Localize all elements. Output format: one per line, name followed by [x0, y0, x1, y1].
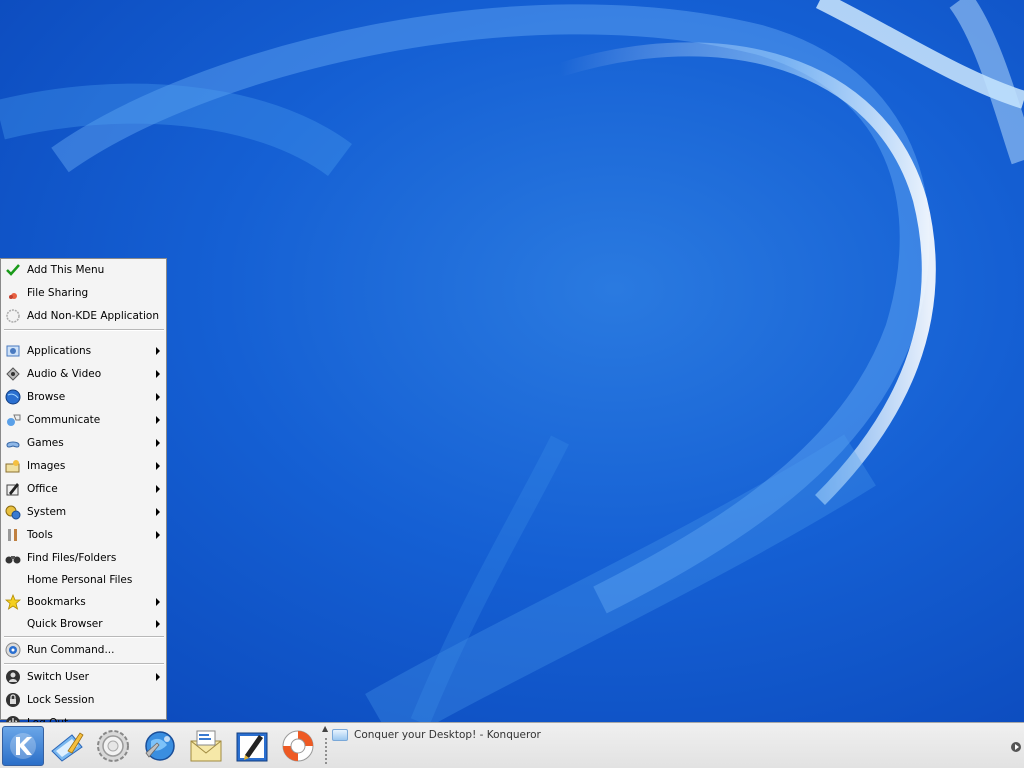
- menu-item-label: System: [27, 506, 67, 518]
- menu-item-run-command[interactable]: Run Command...: [2, 639, 166, 661]
- submenu-arrow-icon: [156, 531, 160, 539]
- menu-item-home-personal-files[interactable]: Home Personal Files: [2, 569, 166, 591]
- menu-item-label: Add Non-KDE Application: [27, 310, 159, 322]
- taskbar-task-konqueror[interactable]: Conquer your Desktop! - Konqueror: [332, 726, 1008, 744]
- menu-item-find-files-folders[interactable]: Find Files/Folders: [2, 547, 166, 569]
- menu-item-label: Games: [27, 437, 64, 449]
- kate-editor-button[interactable]: [46, 726, 88, 766]
- menu-item-games[interactable]: Games: [2, 432, 166, 454]
- star-icon: [5, 594, 21, 610]
- menu-item-label: Quick Browser: [27, 618, 103, 630]
- konqueror-browser-button[interactable]: [139, 726, 181, 766]
- menu-separator: [4, 636, 164, 638]
- menu-separator: [4, 663, 164, 665]
- task-title: Conquer your Desktop! - Konqueror: [354, 729, 541, 741]
- menu-item-label: Office: [27, 483, 58, 495]
- run-command-icon: [5, 642, 21, 658]
- konqueror-globe-icon: [145, 731, 175, 761]
- menu-item-add-non-kde-application[interactable]: Add Non-KDE Application: [2, 305, 166, 327]
- kword-pen-icon: [236, 732, 268, 762]
- menu-item-label: File Sharing: [27, 287, 89, 299]
- menu-item-label: Tools: [27, 529, 53, 541]
- gear-outline-icon: [5, 308, 21, 324]
- submenu-arrow-icon: [156, 620, 160, 628]
- submenu-arrow-icon: [156, 485, 160, 493]
- submenu-arrow-icon: [156, 462, 160, 470]
- menu-item-switch-user[interactable]: Switch User: [2, 666, 166, 688]
- file-sharing-icon: [5, 285, 21, 301]
- menu-item-label: Browse: [27, 391, 66, 403]
- menu-item-label: Applications: [27, 345, 92, 357]
- kate-editor-icon: [51, 732, 84, 762]
- menu-item-bookmarks[interactable]: Bookmarks: [2, 591, 166, 613]
- kmail-button[interactable]: [185, 726, 227, 766]
- menu-item-label: Find Files/Folders: [27, 552, 117, 564]
- menu-item-images[interactable]: Images: [2, 455, 166, 477]
- menu-item-label: Images: [27, 460, 66, 472]
- quick-browser-icon: [5, 616, 21, 632]
- globe-icon: [5, 389, 21, 405]
- k-menu-button[interactable]: [2, 726, 44, 766]
- office-icon: [5, 481, 21, 497]
- tray-expand-icon[interactable]: [1011, 742, 1021, 752]
- gamepad-icon: [5, 435, 21, 451]
- konqueror-window-icon: [332, 729, 348, 741]
- home-icon: [5, 572, 21, 588]
- menu-item-quick-browser[interactable]: Quick Browser: [2, 613, 166, 635]
- menu-item-system[interactable]: System: [2, 501, 166, 523]
- help-lifebuoy-icon: [282, 730, 314, 762]
- menu-separator: [4, 329, 164, 331]
- images-icon: [5, 458, 21, 474]
- submenu-arrow-icon: [156, 508, 160, 516]
- applications-icon: [5, 343, 21, 359]
- submenu-arrow-icon: [156, 439, 160, 447]
- audio-video-icon: [5, 366, 21, 382]
- submenu-arrow-icon: [156, 347, 160, 355]
- menu-item-office[interactable]: Office: [2, 478, 166, 500]
- menu-item-browse[interactable]: Browse: [2, 386, 166, 408]
- system-icon: [5, 504, 21, 520]
- menu-item-label: Audio & Video: [27, 368, 102, 380]
- control-center-button[interactable]: [92, 726, 134, 766]
- taskbar-handle[interactable]: ▲: [322, 725, 330, 767]
- k-menu: Add This Menu File Sharing Add Non-KDE App…: [0, 258, 167, 730]
- menu-item-applications[interactable]: Applications: [2, 340, 166, 362]
- kde-k-icon: [10, 733, 36, 759]
- submenu-arrow-icon: [156, 673, 160, 681]
- taskbar: ▲ Conquer your Desktop! - Konqueror: [0, 722, 1024, 768]
- menu-item-label: Communicate: [27, 414, 101, 426]
- kword-button[interactable]: [231, 726, 273, 766]
- tools-icon: [5, 527, 21, 543]
- kmail-icon: [190, 730, 222, 762]
- menu-item-file-sharing[interactable]: File Sharing: [2, 282, 166, 304]
- switch-user-icon: [5, 669, 21, 685]
- submenu-arrow-icon: [156, 598, 160, 606]
- menu-item-label: Add This Menu: [27, 264, 105, 276]
- control-center-gear-icon: [97, 730, 129, 762]
- menu-item-tools[interactable]: Tools: [2, 524, 166, 546]
- help-button[interactable]: [277, 726, 319, 766]
- menu-item-label: Lock Session: [27, 694, 95, 706]
- menu-item-communicate[interactable]: Communicate: [2, 409, 166, 431]
- submenu-arrow-icon: [156, 416, 160, 424]
- menu-item-lock-session[interactable]: Lock Session: [2, 689, 166, 711]
- lock-icon: [5, 692, 21, 708]
- menu-item-audio-and-video[interactable]: Audio & Video: [2, 363, 166, 385]
- menu-item-label: Switch User: [27, 671, 89, 683]
- binoculars-icon: [5, 550, 21, 566]
- menu-item-add-this-menu[interactable]: Add This Menu: [2, 259, 166, 281]
- menu-item-label: Bookmarks: [27, 596, 86, 608]
- checkmark-icon: [5, 262, 21, 278]
- menu-item-label: Home Personal Files: [27, 574, 133, 586]
- submenu-arrow-icon: [156, 370, 160, 378]
- menu-item-label: Run Command...: [27, 644, 115, 656]
- submenu-arrow-icon: [156, 393, 160, 401]
- communicate-icon: [5, 412, 21, 428]
